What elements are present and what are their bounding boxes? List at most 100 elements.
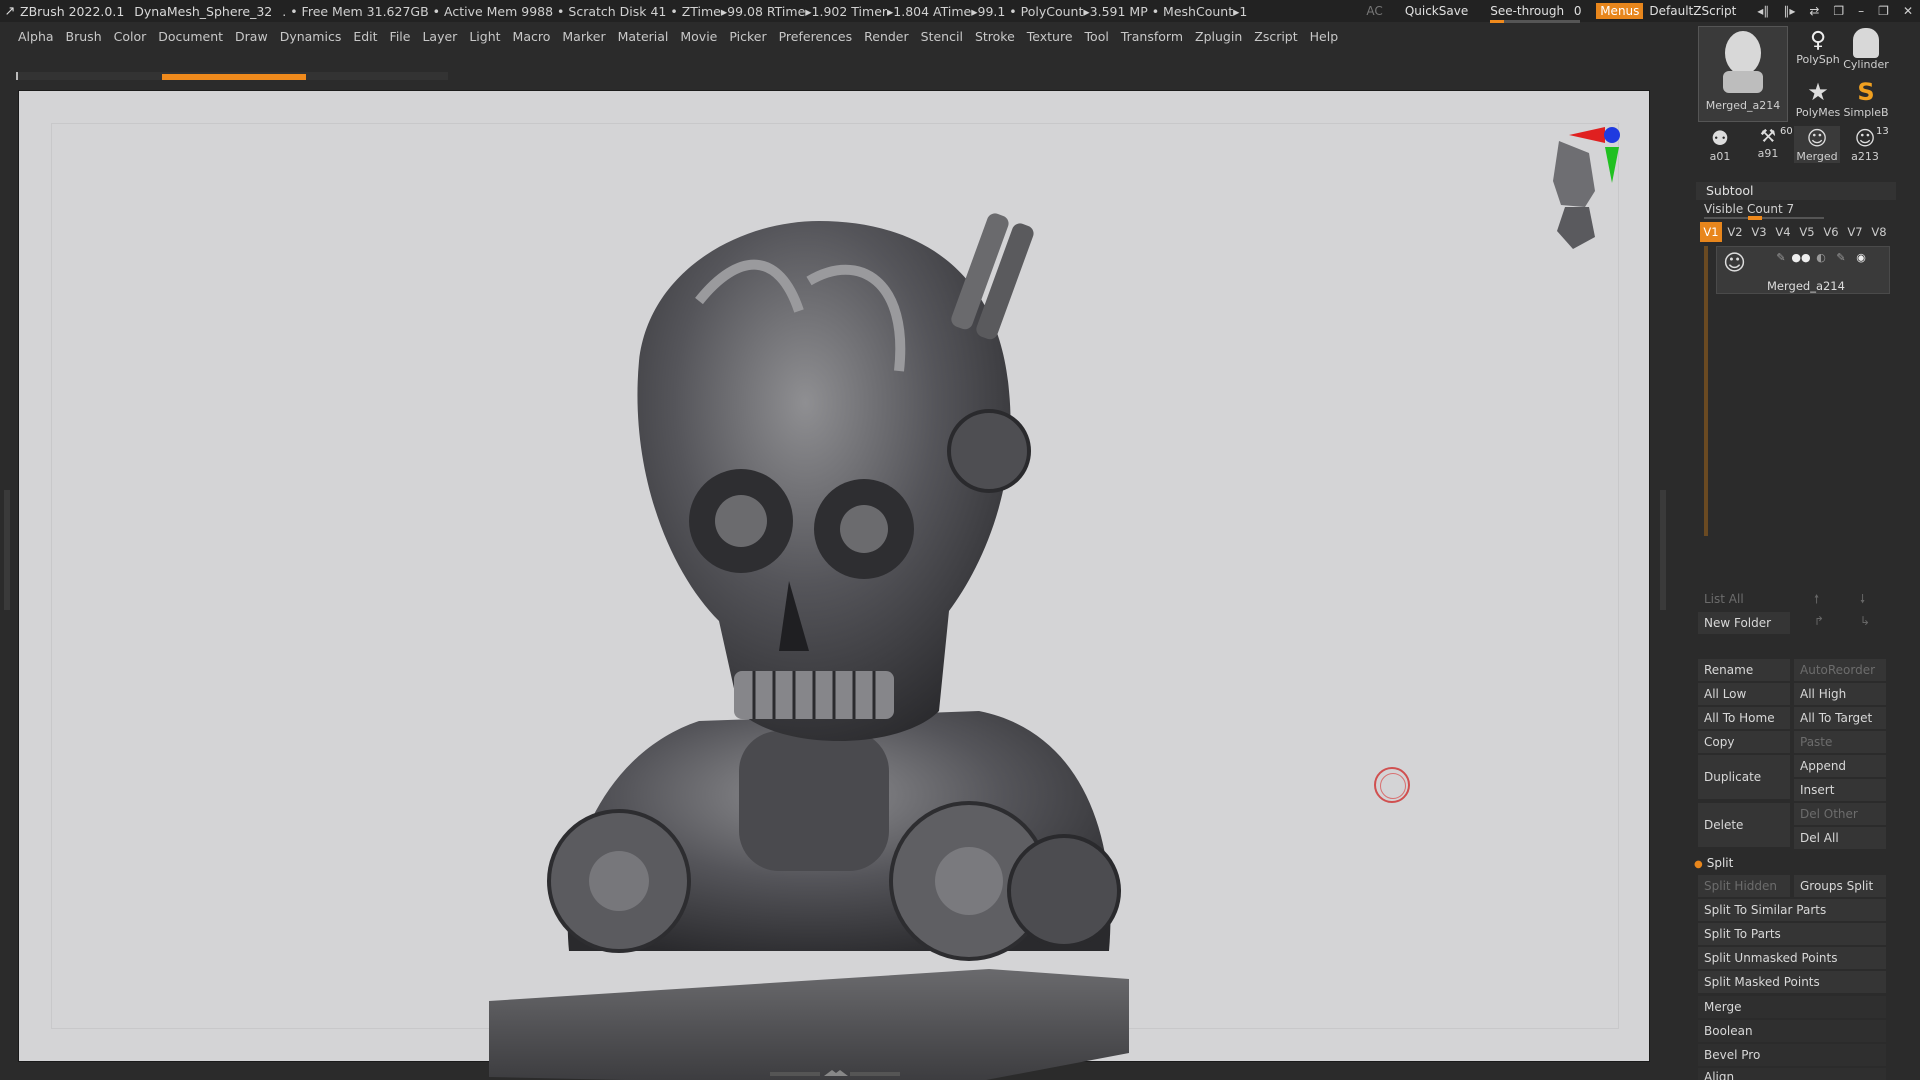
append-button[interactable]: Append [1794,755,1886,777]
bevel-pro-section[interactable]: Bevel Pro [1698,1044,1886,1066]
menus-toggle-button[interactable]: Menus [1596,3,1644,19]
skull-bust-model[interactable] [479,191,1179,1080]
split-section[interactable]: ● Split [1694,856,1733,870]
duplicate-button[interactable]: Duplicate [1698,755,1790,799]
quicksave-button[interactable]: QuickSave [1405,4,1468,18]
polypaint-icon[interactable]: ●● [1791,251,1811,264]
a01-tool[interactable]: ⚉ a01 [1698,126,1742,163]
boolean-section[interactable]: Boolean [1698,1020,1886,1042]
subtool-list-item[interactable]: ☺ ✎ ●● ◐ ✎ ◉ Merged_a214 [1716,246,1890,294]
move-up-icon[interactable]: ↱ [1814,614,1824,628]
menu-material[interactable]: Material [618,29,669,44]
menu-document[interactable]: Document [158,29,223,44]
split-hidden-button[interactable]: Split Hidden [1698,875,1790,897]
subtool-list-scrollbar[interactable] [1704,246,1708,536]
menu-draw[interactable]: Draw [235,29,268,44]
list-all-button[interactable]: List All [1698,588,1790,610]
tab-v6[interactable]: V6 [1820,222,1842,242]
all-to-home-button[interactable]: All To Home [1698,707,1790,729]
progress-fill [162,74,306,80]
copy-button[interactable]: Copy [1698,731,1790,753]
move-down-icon[interactable]: ↳ [1860,614,1870,628]
restore-icon[interactable]: ❐ [1878,4,1889,18]
tab-v3[interactable]: V3 [1748,222,1770,242]
menu-render[interactable]: Render [864,29,909,44]
menu-preferences[interactable]: Preferences [779,29,853,44]
del-all-button[interactable]: Del All [1794,827,1886,849]
menu-alpha[interactable]: Alpha [18,29,54,44]
tab-v7[interactable]: V7 [1844,222,1866,242]
all-high-button[interactable]: All High [1794,683,1886,705]
menu-color[interactable]: Color [114,29,147,44]
folder-icon[interactable]: ◐ [1811,251,1831,264]
menu-file[interactable]: File [390,29,411,44]
menu-brush[interactable]: Brush [66,29,102,44]
split-similar-button[interactable]: Split To Similar Parts [1698,899,1886,921]
split-unmasked-button[interactable]: Split Unmasked Points [1698,947,1886,969]
all-low-label: All Low [1704,687,1747,701]
polysphere-tool[interactable]: ♀ PolySph [1794,28,1842,66]
merged-tool[interactable]: ☺ Merged [1794,126,1840,163]
menu-zscript[interactable]: Zscript [1254,29,1297,44]
tab-v8[interactable]: V8 [1868,222,1890,242]
visible-count-slider[interactable]: Visible Count 7 [1696,202,1896,220]
split-parts-button[interactable]: Split To Parts [1698,923,1886,945]
cylinder-tool[interactable]: Cylinder [1842,28,1890,71]
delete-button[interactable]: Delete [1698,803,1790,847]
menu-zplugin[interactable]: Zplugin [1195,29,1242,44]
minimize-icon[interactable]: – [1858,4,1864,18]
eye-icon[interactable]: ◉ [1851,251,1871,264]
ac-label[interactable]: AC [1366,4,1382,18]
all-low-button[interactable]: All Low [1698,683,1790,705]
menu-texture[interactable]: Texture [1027,29,1073,44]
new-folder-button[interactable]: New Folder [1698,612,1790,634]
document-canvas[interactable] [18,90,1650,1080]
menu-stroke[interactable]: Stroke [975,29,1015,44]
seethrough-slider[interactable]: See-through 0 [1490,4,1582,23]
menu-marker[interactable]: Marker [562,29,605,44]
close-icon[interactable]: ✕ [1903,4,1913,18]
all-to-target-button[interactable]: All To Target [1794,707,1886,729]
default-zscript-button[interactable]: DefaultZScript [1649,4,1736,18]
merge-section[interactable]: Merge [1698,996,1886,1018]
subtool-title[interactable]: Subtool [1696,182,1896,200]
menu-stencil[interactable]: Stencil [921,29,963,44]
pen-icon[interactable]: ✎ [1771,251,1791,264]
menu-macro[interactable]: Macro [513,29,551,44]
align-section[interactable]: Align [1698,1068,1886,1080]
arrow-down-icon[interactable]: 🠗 [1860,590,1865,611]
autoreorder-button[interactable]: AutoReorder [1794,659,1886,681]
arrow-up-icon[interactable]: 🠕 [1814,590,1819,611]
menu-layer[interactable]: Layer [422,29,457,44]
menu-picker[interactable]: Picker [729,29,766,44]
tab-v4[interactable]: V4 [1772,222,1794,242]
insert-button[interactable]: Insert [1794,779,1886,801]
split-masked-button[interactable]: Split Masked Points [1698,971,1886,993]
bottom-tray-handle[interactable] [770,1070,900,1078]
groups-split-button[interactable]: Groups Split [1794,875,1886,897]
left-tray-handle[interactable] [4,490,10,610]
menu-light[interactable]: Light [469,29,500,44]
menu-transform[interactable]: Transform [1121,29,1183,44]
tab-v5[interactable]: V5 [1796,222,1818,242]
window-stack-icon[interactable]: ❐ [1833,4,1844,18]
window-swap-icon[interactable]: ⇄ [1809,4,1819,18]
menu-help[interactable]: Help [1310,29,1339,44]
menu-tool[interactable]: Tool [1085,29,1109,44]
current-tool-thumb[interactable]: Merged_a214 [1698,26,1788,122]
simpleb-tool[interactable]: S SimpleB [1842,78,1890,119]
layout-left-icon[interactable]: ◂∥ [1757,4,1769,18]
tab-v2[interactable]: V2 [1724,222,1746,242]
tab-v1[interactable]: V1 [1700,222,1722,242]
del-other-button[interactable]: Del Other [1794,803,1886,825]
rename-button[interactable]: Rename [1698,659,1790,681]
menu-dynamics[interactable]: Dynamics [280,29,342,44]
menu-movie[interactable]: Movie [680,29,717,44]
menu-edit[interactable]: Edit [353,29,377,44]
right-tray-handle[interactable] [1660,490,1666,610]
navigation-head-gizmo[interactable] [1509,121,1629,261]
polymesh-tool[interactable]: ★ PolyMes [1794,78,1842,119]
paste-button[interactable]: Paste [1794,731,1886,753]
brush-icon[interactable]: ✎ [1831,251,1851,264]
layout-right-icon[interactable]: ∥▸ [1783,4,1795,18]
